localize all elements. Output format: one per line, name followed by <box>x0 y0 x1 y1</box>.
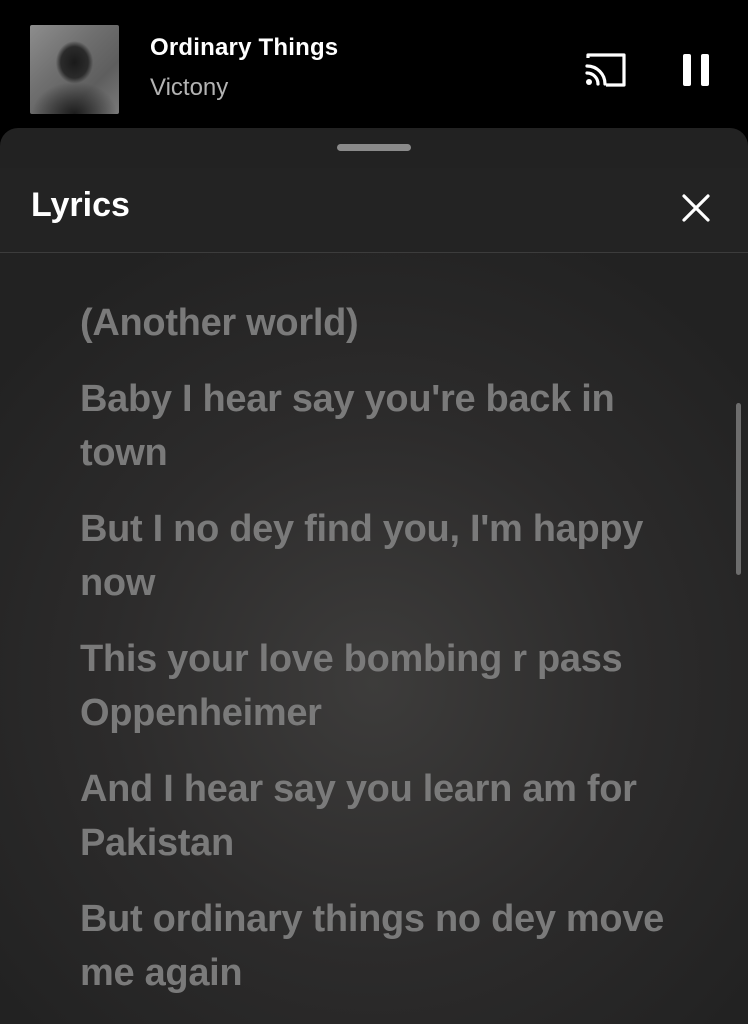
lyrics-body[interactable]: (Another world) Baby I hear say you're b… <box>80 296 680 1022</box>
lyrics-title: Lyrics <box>31 186 130 224</box>
lyric-line[interactable]: But ordinary things no dey move me again <box>80 892 680 1000</box>
now-playing-lyrics-screen: Ordinary Things Victony Lyrics (Another … <box>0 0 748 1024</box>
lyrics-sheet: Lyrics (Another world) Baby I hear say y… <box>0 128 748 1024</box>
track-title[interactable]: Ordinary Things <box>150 34 338 62</box>
mini-player[interactable]: Ordinary Things Victony <box>0 0 748 128</box>
track-artist[interactable]: Victony <box>150 74 228 102</box>
pause-button[interactable] <box>678 50 714 90</box>
lyric-line[interactable]: But I no dey find you, I'm happy now <box>80 502 680 610</box>
close-icon <box>682 194 710 222</box>
lyric-line[interactable]: This your love bombing r pass Oppenheime… <box>80 632 680 740</box>
lyric-line[interactable]: (Another world) <box>80 296 680 350</box>
close-button[interactable] <box>676 188 716 228</box>
lyrics-scrollbar[interactable] <box>736 403 741 575</box>
cast-button[interactable] <box>584 52 628 88</box>
album-art[interactable] <box>30 25 119 114</box>
drag-handle[interactable] <box>337 144 411 151</box>
lyric-line[interactable]: Baby I hear say you're back in town <box>80 372 680 480</box>
pause-icon <box>683 54 709 86</box>
cast-icon <box>585 53 626 87</box>
lyric-line[interactable]: And I hear say you learn am for Pakistan <box>80 762 680 870</box>
